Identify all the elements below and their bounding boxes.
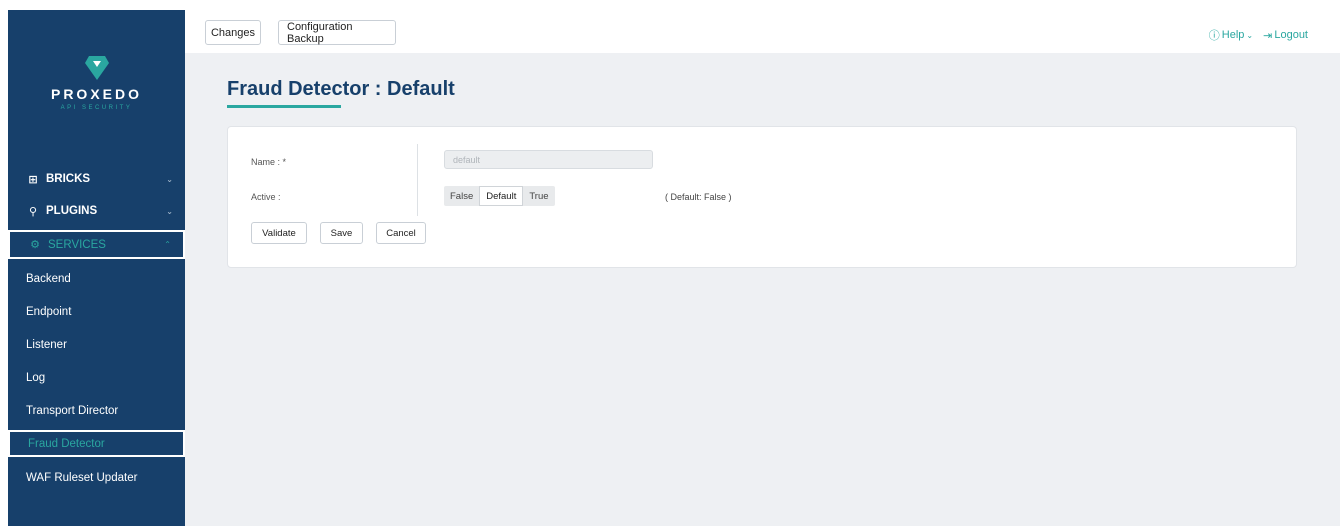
sidebar: PROXEDO API SECURITY ⊞ BRICKS ⌄ ⚲ PLUGIN… (8, 10, 185, 526)
sidebar-item-transport-director[interactable]: Transport Director (8, 394, 185, 427)
cancel-button[interactable]: Cancel (376, 222, 426, 244)
name-input[interactable] (444, 150, 653, 169)
logout-icon: ⇥ (1263, 29, 1273, 42)
help-icon: ⓘ (1208, 30, 1220, 42)
grid-icon: ⊞ (28, 173, 38, 186)
active-toggle-group: False Default True (444, 186, 555, 206)
configuration-backup-button[interactable]: Configuration Backup (278, 20, 396, 45)
logout-link[interactable]: ⇥ Logout (1263, 29, 1308, 42)
toggle-false[interactable]: False (444, 186, 479, 206)
form-card: Name : * Active : False Default True ( D… (227, 126, 1297, 268)
sidebar-item-label: BRICKS (46, 173, 91, 185)
sidebar-item-bricks[interactable]: ⊞ BRICKS ⌄ (8, 163, 185, 195)
sidebar-item-label: SERVICES (48, 238, 106, 251)
sidebar-item-listener[interactable]: Listener (8, 328, 185, 361)
chevron-down-icon: ⌄ (1246, 30, 1254, 40)
chevron-up-icon: ⌃ (164, 240, 171, 249)
help-link[interactable]: ⓘ Help ⌄ (1209, 27, 1253, 43)
name-label: Name : * (251, 157, 287, 167)
sidebar-item-endpoint[interactable]: Endpoint (8, 295, 185, 328)
sidebar-item-label: PLUGINS (46, 205, 98, 217)
save-button[interactable]: Save (320, 222, 363, 244)
sidebar-item-label: Listener (26, 338, 67, 351)
toggle-default[interactable]: Default (479, 186, 524, 206)
help-label: Help (1221, 29, 1245, 41)
sidebar-item-label: Transport Director (26, 404, 119, 417)
gear-icon: ⚙ (30, 239, 40, 251)
top-bar: Changes Configuration Backup ⓘ Help ⌄ ⇥ … (185, 0, 1340, 53)
sidebar-item-label: WAF Ruleset Updater (26, 471, 138, 484)
form-divider (417, 144, 418, 216)
brand-tagline: API SECURITY (60, 105, 133, 111)
sidebar-item-log[interactable]: Log (8, 361, 185, 394)
sidebar-item-waf-ruleset-updater[interactable]: WAF Ruleset Updater (8, 461, 185, 494)
chevron-down-icon: ⌄ (166, 174, 173, 184)
toggle-true[interactable]: True (523, 186, 554, 206)
sidebar-item-services[interactable]: ⚙ SERVICES ⌃ (8, 230, 185, 259)
plug-icon: ⚲ (28, 205, 38, 218)
sidebar-item-label: Backend (26, 272, 71, 285)
logout-label: Logout (1274, 29, 1308, 41)
page-title: Fraud Detector : Default (227, 78, 455, 100)
title-underline (227, 105, 341, 108)
sidebar-item-label: Log (26, 371, 46, 384)
logo[interactable]: PROXEDO API SECURITY (8, 54, 185, 111)
chevron-down-icon: ⌄ (166, 206, 173, 216)
top-right-links: ⓘ Help ⌄ ⇥ Logout (1209, 27, 1308, 43)
changes-button[interactable]: Changes (205, 20, 261, 45)
sidebar-item-label: Endpoint (26, 305, 72, 318)
active-label: Active : (251, 192, 281, 202)
brand-name: PROXEDO (50, 86, 142, 102)
validate-button[interactable]: Validate (251, 222, 307, 244)
proxedo-logo-icon (84, 56, 109, 80)
main-content: Fraud Detector : Default Name : * Active… (185, 53, 1340, 526)
default-note: ( Default: False ) (665, 192, 732, 202)
sidebar-item-fraud-detector[interactable]: Fraud Detector (8, 430, 185, 457)
sidebar-item-plugins[interactable]: ⚲ PLUGINS ⌄ (8, 195, 185, 227)
sidebar-item-label: Fraud Detector (28, 437, 105, 450)
sidebar-item-backend[interactable]: Backend (8, 262, 185, 295)
